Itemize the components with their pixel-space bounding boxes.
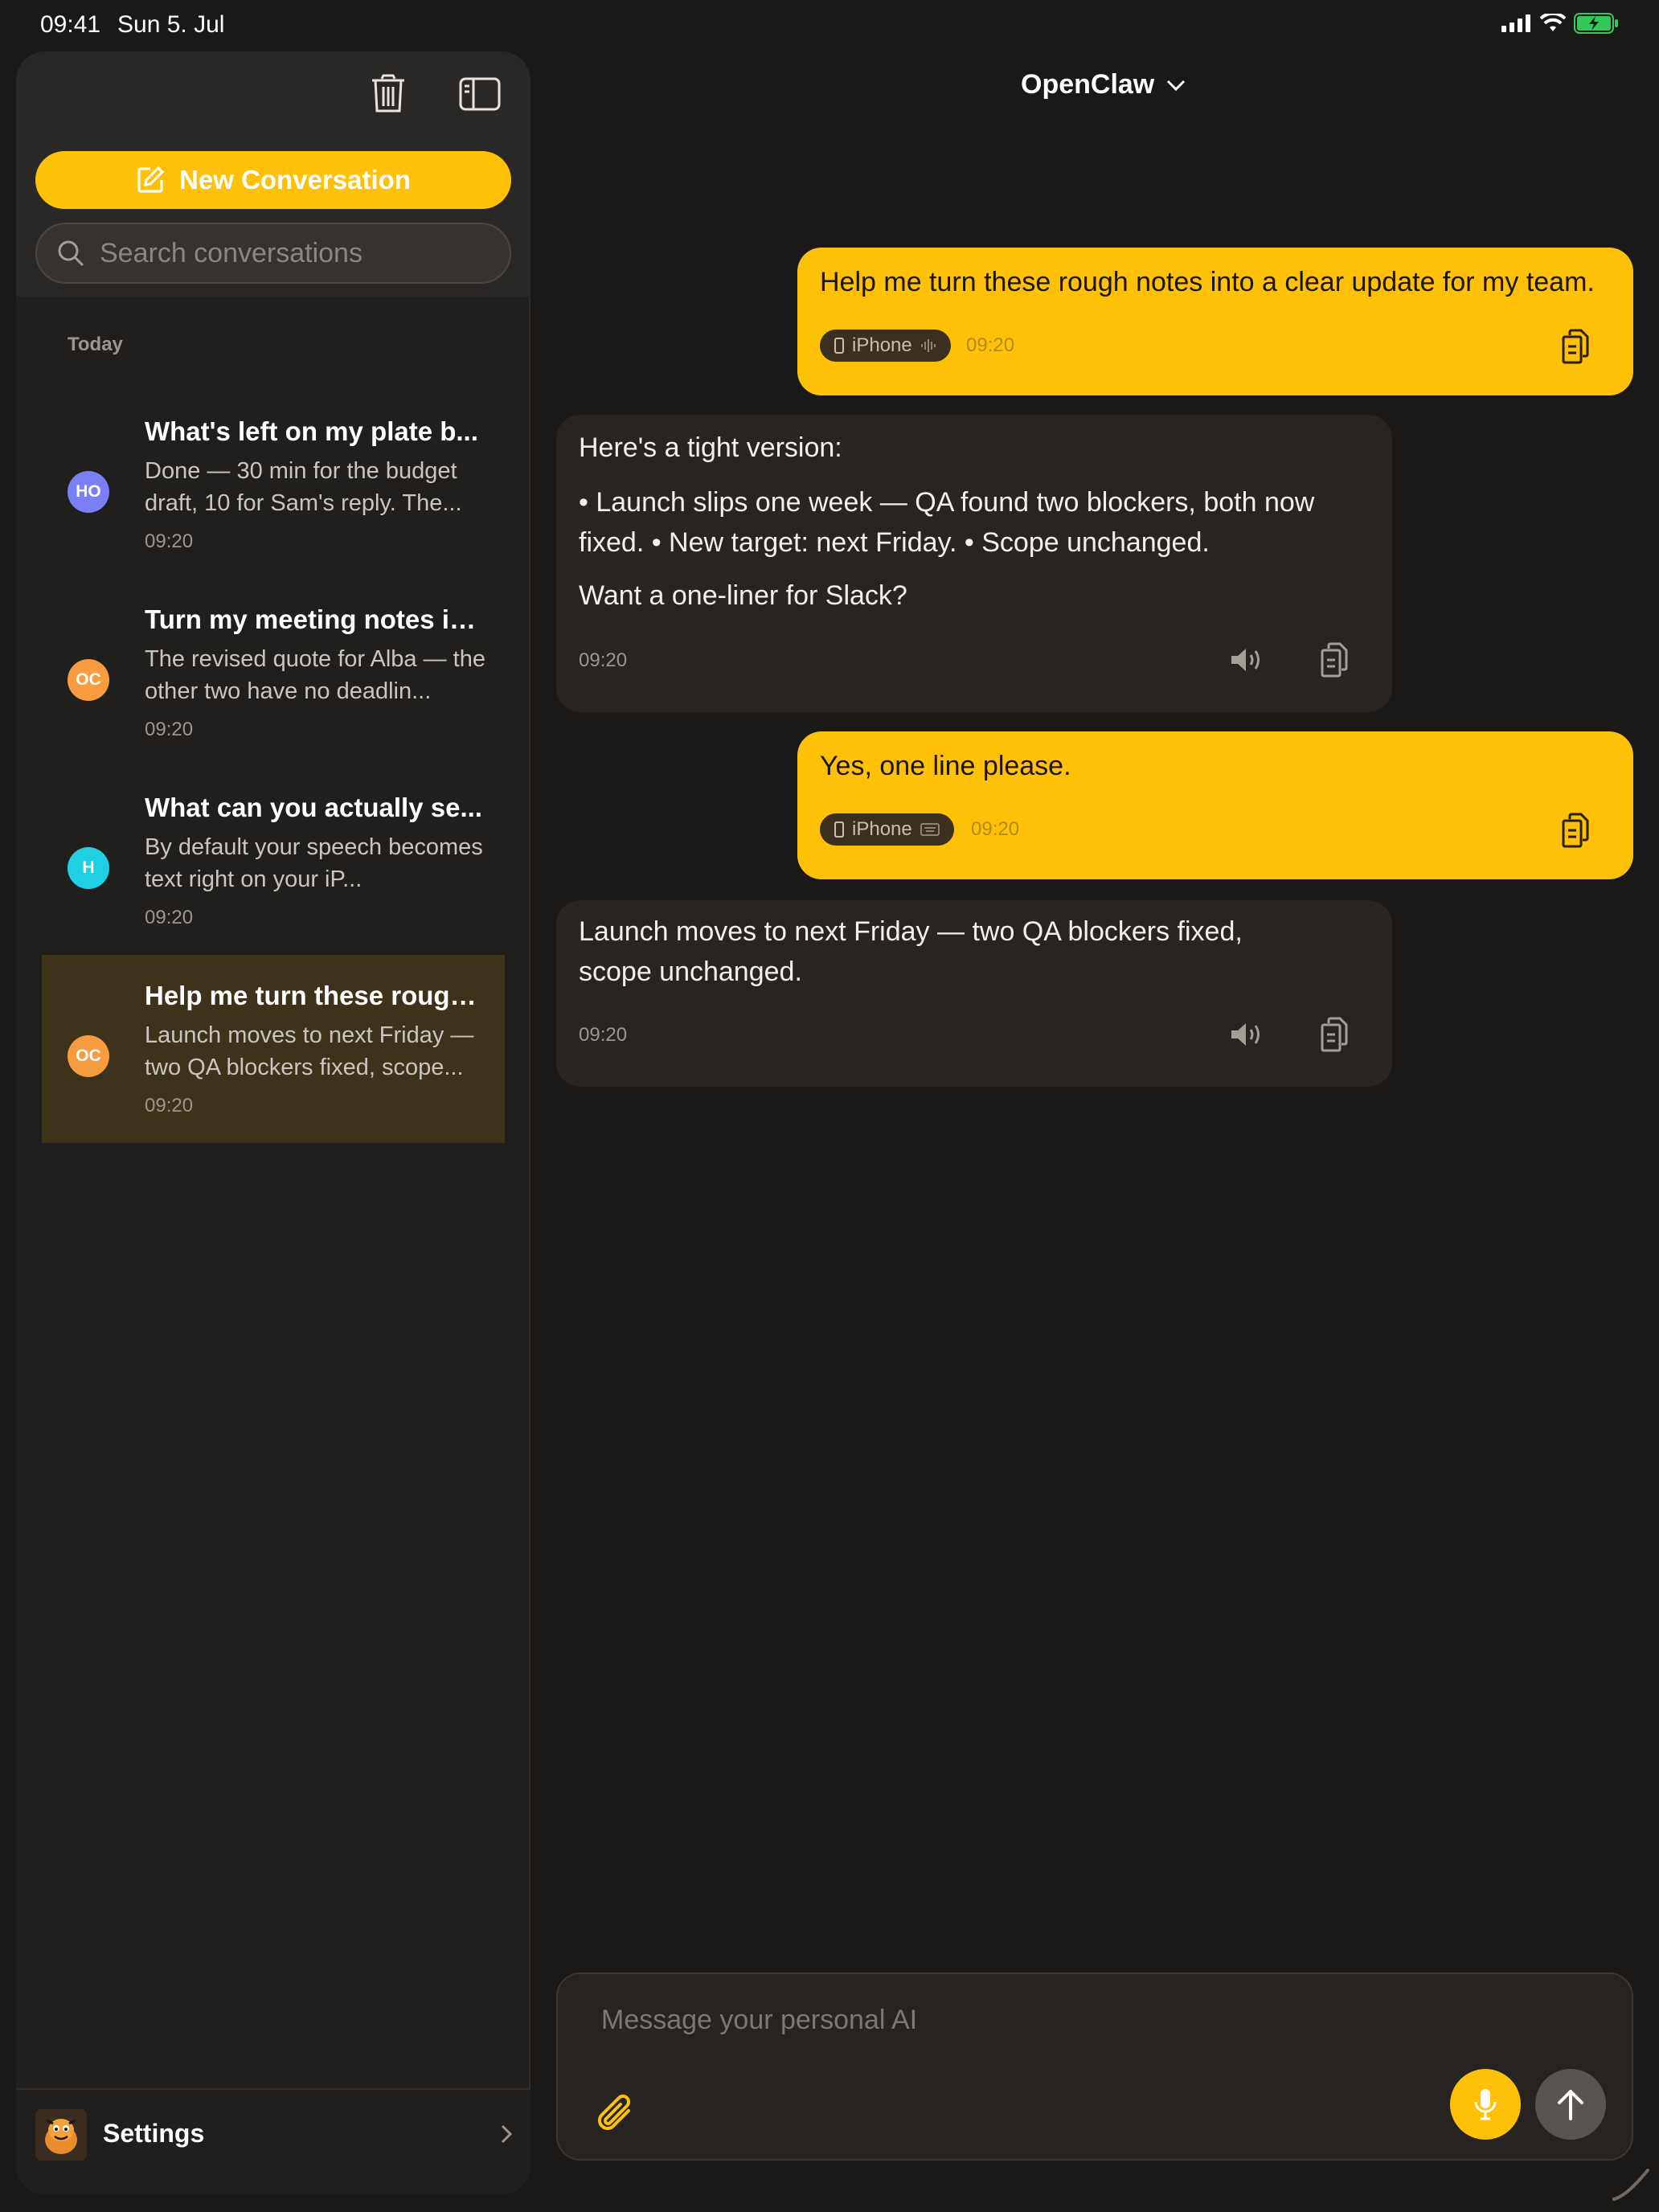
conversation-time: 09:20 — [145, 530, 194, 552]
search-icon — [58, 240, 84, 267]
pencil-hover-indicator — [1612, 2169, 1649, 2201]
copy-button[interactable] — [1314, 640, 1354, 680]
conversation-preview: Done — 30 min for the budget draft, 10 f… — [145, 458, 462, 516]
paperclip-icon — [598, 2094, 631, 2130]
conversation-preview: By default your speech becomes text righ… — [145, 834, 483, 892]
conversation-item[interactable]: HO What's left on my plate b... Done — 3… — [42, 391, 505, 579]
attach-button[interactable] — [590, 2088, 641, 2140]
conversation-preview: The revised quote for Alba — the other t… — [145, 646, 485, 704]
message-paragraph: Launch moves to next Friday — two QA blo… — [579, 916, 1243, 987]
message-paragraph: Here's a tight version: — [579, 432, 842, 463]
microphone-icon — [1474, 2089, 1497, 2120]
send-button[interactable] — [1535, 2069, 1606, 2140]
user-message: Yes, one line please. iPhone 09:20 — [797, 731, 1633, 879]
message-time: 09:20 — [579, 649, 628, 671]
conversation-item[interactable]: OC Turn my meeting notes in... The revis… — [42, 579, 505, 767]
conversation-title: What's left on my plate b... — [145, 416, 478, 446]
header-title: OpenClaw — [1021, 69, 1155, 100]
keyboard-icon — [920, 823, 940, 836]
toggle-sidebar-button[interactable] — [452, 66, 508, 122]
message-time: 09:20 — [579, 1024, 628, 1046]
message-composer — [556, 1972, 1633, 2161]
copy-icon — [1562, 329, 1589, 364]
copy-icon — [1321, 1017, 1348, 1052]
conversation-item-active[interactable]: OC Help me turn these rough... Launch mo… — [42, 955, 505, 1143]
trash-icon — [372, 74, 404, 113]
section-label-today: Today — [68, 334, 123, 355]
sidebar-icon — [459, 77, 501, 111]
copy-button[interactable] — [1314, 1014, 1354, 1055]
conversation-preview: Launch moves to next Friday — two QA blo… — [145, 1022, 474, 1080]
search-box — [35, 223, 511, 284]
microphone-button[interactable] — [1450, 2069, 1521, 2140]
message-time: 09:20 — [966, 334, 1015, 356]
conversation-avatar: OC — [68, 1035, 109, 1077]
device-badge: iPhone — [820, 330, 951, 362]
copy-button[interactable] — [1555, 326, 1596, 367]
wifi-icon — [1540, 14, 1566, 31]
chevron-right-icon — [501, 2124, 513, 2144]
message-paragraph: • Launch slips one week — QA found two b… — [579, 487, 1315, 558]
copy-icon — [1321, 642, 1348, 678]
message-input[interactable] — [601, 2005, 1485, 2053]
speaker-icon — [1231, 1023, 1260, 1046]
settings-label: Settings — [103, 2119, 205, 2148]
conversation-time: 09:20 — [145, 1095, 194, 1116]
user-message: Help me turn these rough notes into a cl… — [797, 248, 1633, 395]
read-aloud-button[interactable] — [1227, 640, 1267, 680]
message-time: 09:20 — [971, 818, 1020, 840]
search-input[interactable] — [100, 237, 502, 269]
chevron-down-icon — [1167, 80, 1186, 91]
device-name: iPhone — [852, 818, 912, 840]
delete-conversation-button[interactable] — [360, 66, 416, 122]
conversation-time: 09:20 — [145, 907, 194, 928]
conversation-time: 09:20 — [145, 719, 194, 740]
cellular-signal-icon — [1501, 14, 1530, 32]
copy-button[interactable] — [1555, 810, 1596, 850]
status-bar: 09:41 Sun 5. Jul — [0, 0, 1659, 51]
message-text: Help me turn these rough notes into a cl… — [820, 267, 1595, 297]
conversation-item[interactable]: H What can you actually se... By default… — [42, 767, 505, 955]
assistant-message: Here's a tight version: • Launch slips o… — [556, 415, 1392, 712]
phone-icon — [834, 338, 844, 354]
conversation-avatar: H — [68, 847, 109, 889]
conversation-title: What can you actually se... — [145, 793, 482, 822]
conversation-title: Help me turn these rough... — [145, 981, 482, 1010]
message-text: Yes, one line please. — [820, 751, 1071, 781]
device-badge: iPhone — [820, 813, 954, 846]
speaker-icon — [1231, 649, 1260, 671]
copy-icon — [1562, 813, 1589, 848]
new-conversation-button[interactable]: New Conversation — [35, 151, 511, 209]
read-aloud-button[interactable] — [1227, 1014, 1267, 1055]
sidebar-divider — [529, 297, 530, 2090]
conversation-avatar: OC — [68, 659, 109, 701]
phone-icon — [834, 821, 844, 838]
sidebar-header: New Conversation — [16, 51, 530, 297]
voice-waveform-icon — [920, 339, 936, 352]
battery-charging-icon — [1574, 13, 1618, 34]
device-name: iPhone — [852, 334, 912, 356]
conversation-avatar: HO — [68, 471, 109, 513]
status-date: Sun 5. Jul — [117, 11, 225, 38]
sidebar: New Conversation Today HO What's left on… — [16, 51, 530, 2194]
conversation-list: HO What's left on my plate b... Done — 3… — [42, 391, 505, 1143]
status-icons — [1501, 13, 1619, 34]
profile-avatar — [35, 2109, 87, 2161]
compose-icon — [137, 166, 165, 193]
mascot-avatar-icon — [35, 2109, 87, 2161]
assistant-message: Launch moves to next Friday — two QA blo… — [556, 900, 1392, 1087]
arrow-up-icon — [1558, 2090, 1583, 2120]
new-conversation-label: New Conversation — [179, 165, 411, 195]
conversation-title: Turn my meeting notes in... — [145, 604, 482, 634]
model-selector[interactable]: OpenClaw — [1021, 69, 1186, 100]
status-time: 09:41 — [40, 11, 101, 38]
settings-button[interactable]: Settings — [16, 2088, 530, 2194]
message-paragraph: Want a one-liner for Slack? — [579, 580, 907, 611]
